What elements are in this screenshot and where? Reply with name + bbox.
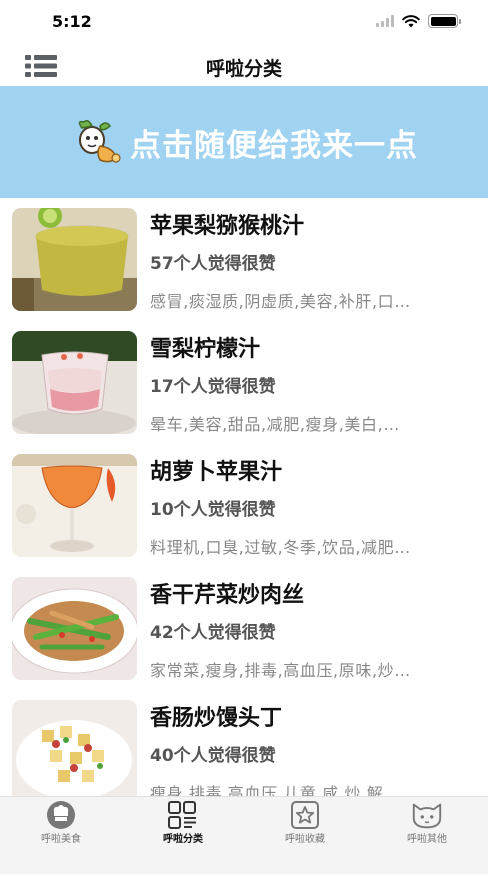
status-icons [376, 14, 461, 28]
nav-bar: 呼啦分类 [0, 44, 488, 88]
recipe-item[interactable]: 雪梨柠檬汁 17个人觉得很赞 晕车,美容,甜品,减肥,瘦身,美白,… [0, 321, 488, 444]
cat-face-icon [412, 803, 442, 829]
recipe-tags: 家常菜,瘦身,排毒,高血压,原味,炒… [150, 661, 411, 680]
recipe-title: 苹果梨猕猴桃汁 [150, 214, 305, 239]
star-favorite-icon [291, 801, 319, 829]
banner-text: 点击随便给我来一点 [130, 127, 418, 164]
recipe-title: 胡萝卜苹果汁 [150, 460, 283, 485]
status-time: 5:12 [52, 12, 92, 31]
random-recipe-banner[interactable]: 点击随便给我来一点 [0, 86, 488, 198]
food-mascot-icon [78, 119, 121, 163]
recipe-likes: 42个人觉得很赞 [150, 623, 276, 643]
recipe-photo [12, 208, 137, 311]
recipe-item[interactable]: 苹果梨猕猴桃汁 57个人觉得很赞 感冒,痰湿质,阴虚质,美容,补肝,口… [0, 198, 488, 321]
recipe-likes: 40个人觉得很赞 [150, 746, 276, 766]
recipe-item[interactable]: 香干芹菜炒肉丝 42个人觉得很赞 家常菜,瘦身,排毒,高血压,原味,炒… [0, 567, 488, 690]
tab-food[interactable]: 呼啦美食 [0, 797, 122, 874]
recipe-item[interactable]: 胡萝卜苹果汁 10个人觉得很赞 料理机,口臭,过敏,冬季,饮品,减肥… [0, 444, 488, 567]
recipe-item[interactable]: 香肠炒馒头丁 40个人觉得很赞 瘦身,排毒,高血压,儿童,咸,炒,解… [0, 690, 488, 796]
recipe-title: 雪梨柠檬汁 [150, 337, 261, 362]
recipe-photo [12, 577, 137, 680]
recipe-tags: 晕车,美容,甜品,减肥,瘦身,美白,… [150, 415, 400, 434]
recipe-title: 香干芹菜炒肉丝 [150, 583, 305, 608]
battery-icon [428, 14, 461, 28]
tab-label: 呼啦收藏 [285, 834, 325, 845]
recipe-title: 香肠炒馒头丁 [150, 706, 283, 731]
signal-icon [376, 15, 394, 27]
category-grid-icon [168, 801, 196, 829]
recipe-photo [12, 454, 137, 557]
recipe-photo [12, 331, 137, 434]
tab-other[interactable]: 呼啦其他 [366, 797, 488, 874]
recipe-tags: 感冒,痰湿质,阴虚质,美容,补肝,口… [150, 292, 411, 311]
recipe-tags: 瘦身,排毒,高血压,儿童,咸,炒,解… [150, 784, 400, 796]
recipe-tags: 料理机,口臭,过敏,冬季,饮品,减肥… [150, 538, 411, 557]
recipe-photo [12, 700, 137, 796]
recipe-likes: 57个人觉得很赞 [150, 254, 276, 274]
tab-label: 呼啦美食 [41, 834, 81, 845]
tab-category[interactable]: 呼啦分类 [122, 797, 244, 874]
tab-label: 呼啦分类 [163, 834, 203, 845]
wifi-icon [402, 14, 420, 27]
chef-hat-icon [47, 801, 75, 829]
tab-bar: 呼啦美食 呼啦分类 呼啦收藏 呼啦其他 [0, 796, 488, 874]
tab-label: 呼啦其他 [407, 834, 447, 845]
recipe-likes: 17个人觉得很赞 [150, 377, 276, 397]
recipe-list: 苹果梨猕猴桃汁 57个人觉得很赞 感冒,痰湿质,阴虚质,美容,补肝,口… 雪梨柠… [0, 198, 488, 796]
recipe-likes: 10个人觉得很赞 [150, 500, 276, 520]
status-bar: 5:12 [0, 0, 488, 44]
tab-favorites[interactable]: 呼啦收藏 [244, 797, 366, 874]
page-title: 呼啦分类 [205, 58, 282, 80]
